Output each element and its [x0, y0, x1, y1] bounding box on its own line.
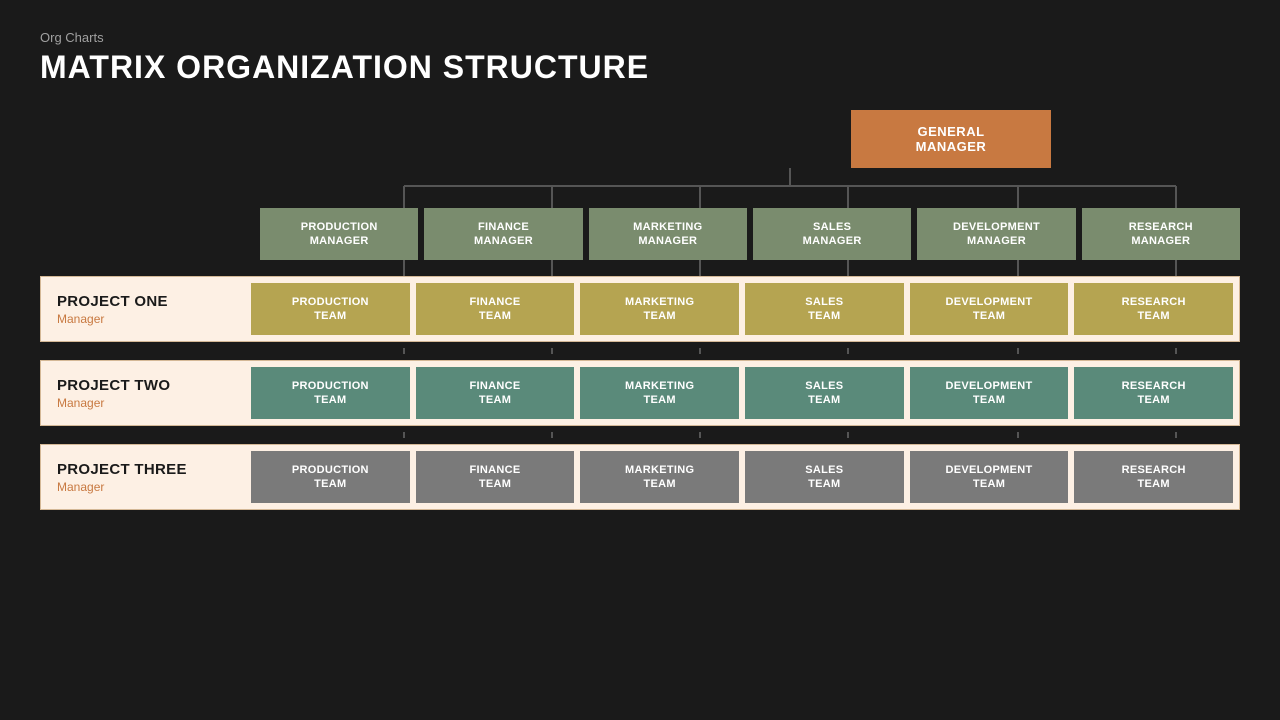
- p3-marketing-team: MARKETINGTEAM: [580, 451, 739, 503]
- p1-finance-team: FINANCETEAM: [416, 283, 575, 335]
- project-one-manager: Manager: [57, 312, 235, 326]
- gm-connectors: [40, 168, 1240, 208]
- project-two-teams: PRODUCTIONTEAM FINANCETEAM MARKETINGTEAM…: [251, 361, 1239, 425]
- project-one-info: PROJECT ONE Manager: [41, 281, 251, 338]
- manager-finance: FINANCEMANAGER: [424, 208, 582, 260]
- page-title: MATRIX ORGANIZATION STRUCTURE: [40, 49, 1240, 86]
- project-two-info: PROJECT TWO Manager: [41, 365, 251, 422]
- project-two-name: PROJECT TWO: [57, 377, 235, 394]
- manager-connectors: [40, 260, 1240, 276]
- p1-sales-team: SALESTEAM: [745, 283, 904, 335]
- p2-sales-team: SALESTEAM: [745, 367, 904, 419]
- p2-production-team: PRODUCTIONTEAM: [251, 367, 410, 419]
- projects-container: PROJECT ONE Manager PRODUCTIONTEAM FINAN…: [40, 276, 1240, 510]
- project-one-teams: PRODUCTIONTEAM FINANCETEAM MARKETINGTEAM…: [251, 277, 1239, 341]
- manager-development: DEVELOPMENTMANAGER: [917, 208, 1075, 260]
- managers-row: PRODUCTIONMANAGER FINANCEMANAGER MARKETI…: [40, 208, 1240, 260]
- p3-research-team: RESEARCHTEAM: [1074, 451, 1233, 503]
- page: Org Charts MATRIX ORGANIZATION STRUCTURE…: [0, 0, 1280, 720]
- project-row-2: PROJECT TWO Manager PRODUCTIONTEAM FINAN…: [40, 360, 1240, 426]
- p1-development-team: DEVELOPMENTTEAM: [910, 283, 1069, 335]
- chart-area: GENERAL MANAGER: [40, 110, 1240, 700]
- manager-marketing: MARKETINGMANAGER: [589, 208, 747, 260]
- project-three-manager: Manager: [57, 480, 235, 494]
- manager-production: PRODUCTIONMANAGER: [260, 208, 418, 260]
- p3-production-team: PRODUCTIONTEAM: [251, 451, 410, 503]
- header: Org Charts MATRIX ORGANIZATION STRUCTURE: [40, 30, 1240, 100]
- p1-research-team: RESEARCHTEAM: [1074, 283, 1233, 335]
- p3-development-team: DEVELOPMENTTEAM: [910, 451, 1069, 503]
- p2-research-team: RESEARCHTEAM: [1074, 367, 1233, 419]
- p1-marketing-team: MARKETINGTEAM: [580, 283, 739, 335]
- manager-sales: SALESMANAGER: [753, 208, 911, 260]
- p3-sales-team: SALESTEAM: [745, 451, 904, 503]
- gm-box: GENERAL MANAGER: [851, 110, 1051, 168]
- project-three-info: PROJECT THREE Manager: [41, 449, 251, 506]
- p2-development-team: DEVELOPMENTTEAM: [910, 367, 1069, 419]
- project-three-name: PROJECT THREE: [57, 461, 235, 478]
- project-row-1: PROJECT ONE Manager PRODUCTIONTEAM FINAN…: [40, 276, 1240, 342]
- category-label: Org Charts: [40, 30, 1240, 45]
- managers-boxes: PRODUCTIONMANAGER FINANCEMANAGER MARKETI…: [260, 208, 1240, 260]
- project-three-teams: PRODUCTIONTEAM FINANCETEAM MARKETINGTEAM…: [251, 445, 1239, 509]
- project-one-name: PROJECT ONE: [57, 293, 235, 310]
- manager-research: RESEARCHMANAGER: [1082, 208, 1240, 260]
- p3-finance-team: FINANCETEAM: [416, 451, 575, 503]
- project-row-3: PROJECT THREE Manager PRODUCTIONTEAM FIN…: [40, 444, 1240, 510]
- row-connectors-2: [40, 432, 1240, 438]
- p2-marketing-team: MARKETINGTEAM: [580, 367, 739, 419]
- p2-finance-team: FINANCETEAM: [416, 367, 575, 419]
- project-two-manager: Manager: [57, 396, 235, 410]
- row-connectors-1: [40, 348, 1240, 354]
- p1-production-team: PRODUCTIONTEAM: [251, 283, 410, 335]
